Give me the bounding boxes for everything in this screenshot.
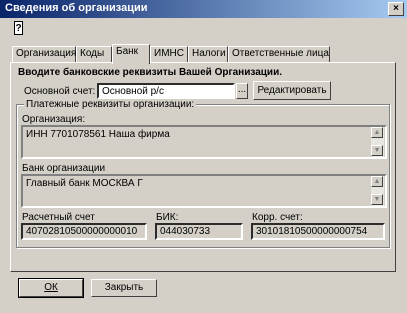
tab-organization[interactable]: Организация: [12, 46, 76, 62]
close-label: Закрыть: [104, 282, 144, 293]
organization-value: ИНН 7701078561 Наша фирма: [26, 129, 170, 140]
bank-org-scrollbar[interactable]: ▲ ▼: [371, 176, 384, 206]
scroll-up-icon[interactable]: ▲: [371, 176, 383, 187]
organization-label: Организация:: [22, 114, 86, 125]
bank-heading: Вводите банковские реквизиты Вашей Орган…: [18, 67, 282, 78]
scroll-down-icon[interactable]: ▼: [371, 145, 383, 156]
bank-org-label: Банк организации: [22, 163, 106, 174]
corr-account-field[interactable]: 30101810500000000754: [251, 223, 385, 240]
tab-imns[interactable]: ИМНС: [150, 46, 188, 62]
ok-button[interactable]: ОК: [18, 278, 84, 298]
bank-org-value: Главный банк МОСКВА Г: [26, 178, 143, 189]
bik-label: БИК:: [156, 212, 179, 223]
title-bar[interactable]: Сведения об организации ×: [0, 0, 407, 18]
tab-responsible-persons[interactable]: Ответственные лица: [228, 46, 330, 62]
organization-scrollbar[interactable]: ▲ ▼: [371, 127, 384, 157]
window-title: Сведения об организации: [5, 2, 148, 14]
help-icon[interactable]: ?: [14, 21, 23, 35]
settlement-account-label: Расчетный счет: [22, 212, 95, 223]
payment-details-legend: Платежные реквизиты организации:: [24, 99, 197, 110]
edit-button[interactable]: Редактировать: [253, 81, 331, 100]
tab-bank[interactable]: Банк: [112, 44, 150, 64]
corr-account-label: Корр. счет:: [252, 212, 303, 223]
close-window-button[interactable]: ×: [388, 2, 404, 16]
close-button[interactable]: Закрыть: [91, 279, 157, 297]
ok-label: ОК: [44, 282, 58, 293]
tab-taxes[interactable]: Налоги: [188, 46, 228, 62]
organization-field[interactable]: ИНН 7701078561 Наша фирма: [21, 125, 387, 159]
tab-codes[interactable]: Коды: [76, 46, 112, 62]
settlement-account-field[interactable]: 40702810500000000010: [21, 223, 147, 240]
bik-field[interactable]: 044030733: [155, 223, 243, 240]
scroll-down-icon[interactable]: ▼: [371, 194, 383, 205]
scroll-up-icon[interactable]: ▲: [371, 127, 383, 138]
main-account-field[interactable]: Основной р/с: [97, 83, 235, 99]
account-browse-button[interactable]: ...: [236, 83, 248, 99]
main-account-label: Основной счет:: [24, 86, 96, 97]
bank-org-field[interactable]: Главный банк МОСКВА Г: [21, 174, 387, 208]
